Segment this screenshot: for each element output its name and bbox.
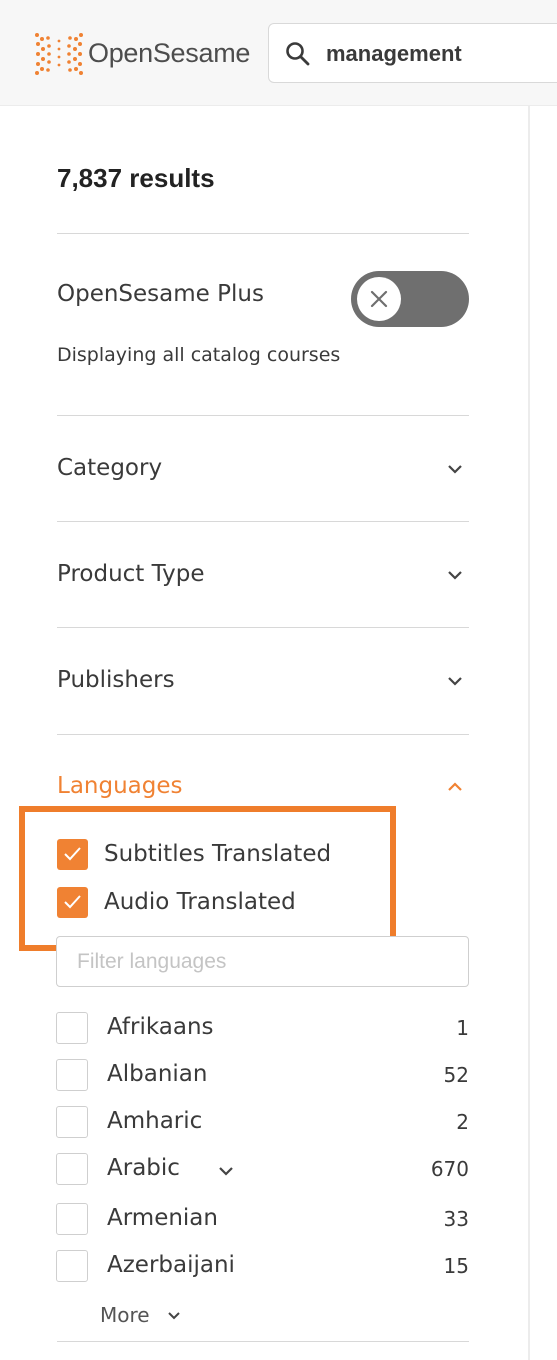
- checkbox[interactable]: [56, 1153, 88, 1185]
- chevron-down-icon: [448, 465, 462, 474]
- language-count: 52: [443, 1063, 469, 1087]
- chevron-down-icon: [448, 677, 462, 686]
- language-name: Armenian: [107, 1205, 218, 1231]
- checkbox[interactable]: [56, 1250, 88, 1282]
- facet-publishers[interactable]: Publishers: [57, 663, 469, 703]
- toggle-knob: [357, 277, 401, 321]
- checkbox-label: Subtitles Translated: [104, 841, 332, 867]
- checkbox-label: Audio Translated: [104, 889, 296, 915]
- language-name: Arabic: [107, 1155, 180, 1181]
- logo-mark-icon: [35, 33, 83, 75]
- divider: [57, 521, 469, 522]
- facet-product-type[interactable]: Product Type: [57, 557, 469, 597]
- language-count: 15: [443, 1254, 469, 1278]
- checkmark-icon: [64, 895, 81, 909]
- language-name: Azerbaijani: [107, 1252, 235, 1278]
- divider: [57, 1341, 469, 1342]
- checkbox[interactable]: [56, 1059, 88, 1091]
- opensesame-plus-label: OpenSesame Plus: [57, 281, 264, 307]
- checkbox[interactable]: [56, 1106, 88, 1138]
- results-count: 7,837 results: [57, 163, 215, 193]
- chevron-down-icon[interactable]: [167, 1311, 181, 1321]
- checkmark-icon: [64, 847, 81, 861]
- search-box[interactable]: management: [268, 23, 557, 83]
- divider: [57, 233, 469, 234]
- facet-label: Product Type: [57, 561, 205, 587]
- search-icon: [285, 41, 311, 71]
- language-item-albanian[interactable]: Albanian 52: [56, 1059, 469, 1093]
- language-count: 1: [456, 1016, 469, 1040]
- opensesame-plus-description: Displaying all catalog courses: [57, 344, 341, 366]
- opensesame-logo[interactable]: OpenSesame: [34, 30, 250, 76]
- filter-languages-input[interactable]: [57, 937, 468, 986]
- language-item-azerbaijani[interactable]: Azerbaijani 15: [56, 1250, 469, 1284]
- filter-languages-field[interactable]: [56, 936, 469, 987]
- search-query-text[interactable]: management: [326, 41, 462, 67]
- language-name: Albanian: [107, 1061, 208, 1087]
- facet-label: Languages: [57, 773, 183, 799]
- language-name: Afrikaans: [107, 1014, 214, 1040]
- facet-label: Category: [57, 455, 163, 481]
- close-icon: [370, 290, 388, 308]
- divider: [57, 627, 469, 628]
- more-languages-link[interactable]: More: [100, 1303, 150, 1327]
- chevron-down-icon: [448, 571, 462, 580]
- language-item-arabic[interactable]: Arabic 670: [56, 1153, 469, 1187]
- checkbox[interactable]: [56, 1012, 88, 1044]
- checkbox-checked[interactable]: [57, 839, 88, 870]
- logo-text: OpenSesame: [88, 37, 251, 68]
- language-name: Amharic: [107, 1108, 203, 1134]
- language-count: 2: [456, 1110, 469, 1134]
- checkbox-checked[interactable]: [57, 887, 88, 918]
- chevron-up-icon: [448, 782, 462, 791]
- facet-languages[interactable]: Languages: [57, 769, 469, 809]
- chevron-down-icon[interactable]: [218, 1165, 234, 1177]
- checkbox[interactable]: [56, 1203, 88, 1235]
- divider: [57, 734, 469, 735]
- divider: [57, 415, 469, 416]
- language-item-armenian[interactable]: Armenian 33: [56, 1203, 469, 1237]
- facet-category[interactable]: Category: [57, 451, 469, 491]
- language-item-amharic[interactable]: Amharic 2: [56, 1106, 469, 1140]
- facet-label: Publishers: [57, 667, 175, 693]
- language-count: 670: [430, 1157, 469, 1181]
- language-count: 33: [443, 1207, 469, 1231]
- opensesame-plus-toggle[interactable]: [351, 271, 469, 327]
- language-item-afrikaans[interactable]: Afrikaans 1: [56, 1012, 469, 1046]
- sidebar-divider: [528, 106, 530, 1360]
- top-bar: OpenSesame management: [0, 0, 557, 106]
- highlight-box: [19, 806, 396, 951]
